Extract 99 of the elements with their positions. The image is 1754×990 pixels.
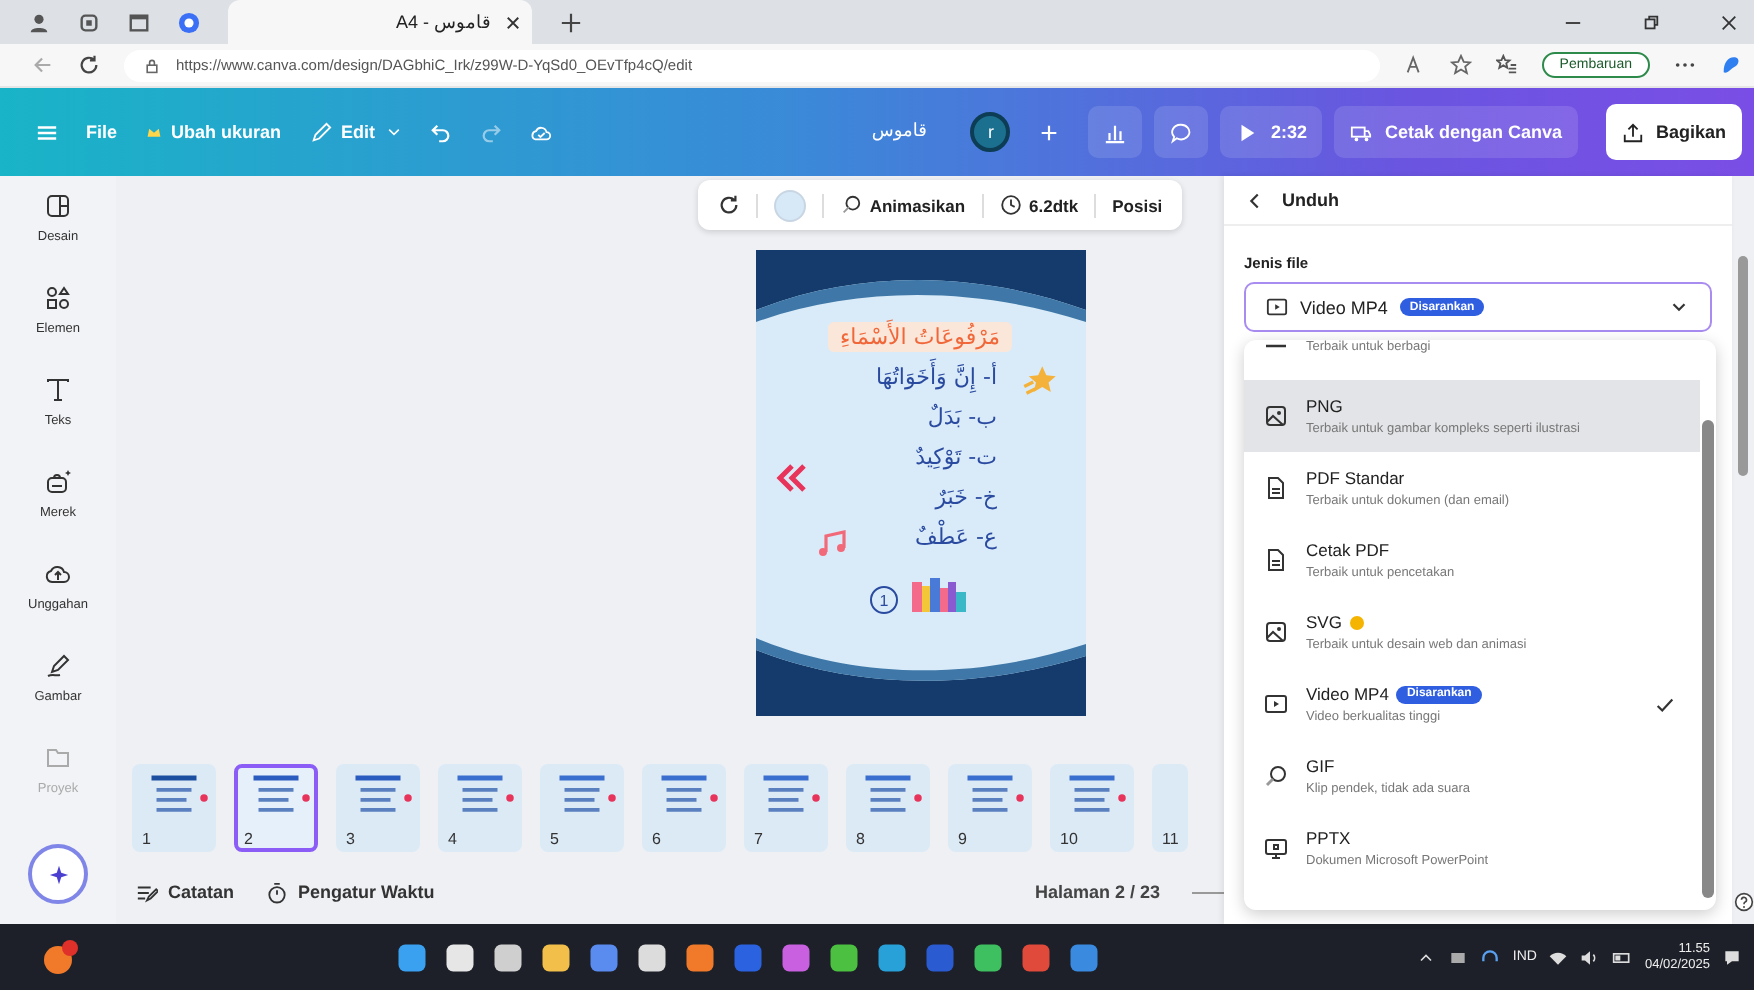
option-title: PPTX	[1306, 828, 1351, 848]
battery-icon[interactable]	[1612, 947, 1633, 967]
wifi-icon[interactable]	[1548, 947, 1569, 967]
profile-icon[interactable]	[28, 11, 50, 33]
presentation-icon	[1264, 836, 1288, 860]
scrollbar-thumb[interactable]	[1702, 420, 1714, 898]
pencil-icon	[309, 121, 332, 143]
print-button[interactable]: Cetak dengan Canva	[1334, 106, 1578, 158]
slide-text: خ- خَبَرٌ	[935, 484, 997, 510]
page-number: 1	[870, 586, 898, 614]
app-icon[interactable]	[826, 939, 863, 975]
option-title: PNG	[1306, 396, 1343, 416]
close-icon[interactable]	[1720, 13, 1738, 31]
help-icon[interactable]	[1733, 892, 1753, 912]
page-thumbnail[interactable]: 6	[642, 764, 726, 852]
app-icon[interactable]	[778, 939, 815, 975]
headset-icon[interactable]	[1480, 947, 1501, 967]
browser-tab[interactable]: A4 - قاموس	[228, 0, 533, 44]
notification-icon[interactable]	[1722, 947, 1743, 967]
slide-text: ب- بَدَلٌ	[927, 404, 997, 430]
books-icon	[910, 574, 970, 614]
plus-icon[interactable]	[1038, 121, 1061, 143]
briefcase-icon	[44, 468, 72, 496]
app-icon[interactable]	[1448, 947, 1469, 967]
checkmark-icon	[1654, 693, 1676, 715]
timing-button[interactable]: 6.2dtk	[999, 194, 1079, 216]
chevrons-icon	[775, 464, 807, 492]
star-icon	[1021, 364, 1057, 400]
image-icon	[1264, 620, 1288, 644]
page-thumbnail[interactable]: 9	[948, 764, 1032, 852]
music-note-icon	[815, 528, 847, 560]
page-thumbnail[interactable]: 3	[336, 764, 420, 852]
magic-button[interactable]	[28, 844, 88, 904]
page-thumbnail[interactable]: 5	[540, 764, 624, 852]
document-title[interactable]: قاموس	[871, 122, 927, 142]
play-icon	[1236, 121, 1259, 143]
comment-button[interactable]	[1154, 106, 1209, 158]
slide-title: مَرْفُوعَاتُ الأَسْمَاءِ	[827, 322, 1013, 352]
refresh-icon[interactable]	[717, 194, 740, 216]
page-thumbnail[interactable]: 2	[234, 764, 318, 852]
star-icon[interactable]	[1449, 54, 1472, 76]
lock-icon	[144, 57, 160, 73]
menu-icon[interactable]	[36, 121, 58, 143]
video-icon	[1266, 296, 1288, 318]
share-button[interactable]: Bagikan	[1605, 104, 1742, 160]
page-thumbnail[interactable]: 1	[132, 764, 216, 852]
tab-actions-icon[interactable]	[128, 11, 150, 33]
scrollbar-thumb[interactable]	[1738, 256, 1748, 476]
option-title: Video MP4	[1306, 684, 1389, 704]
reload-icon[interactable]	[78, 54, 100, 76]
favicon-icon	[178, 11, 200, 33]
workspaces-icon[interactable]	[78, 11, 100, 33]
insights-button[interactable]	[1088, 106, 1143, 158]
notes-icon	[136, 881, 158, 903]
timer-button[interactable]: Pengatur Waktu	[266, 881, 435, 903]
chart-icon	[1104, 121, 1127, 143]
shapes-icon	[43, 284, 72, 312]
upload-icon	[1621, 121, 1644, 143]
app-icon[interactable]	[634, 939, 671, 975]
favorites-icon[interactable]	[1495, 54, 1518, 76]
slide-text: ت- تَوْكِيدٌ	[915, 444, 997, 470]
page-thumbnail[interactable]: 8	[846, 764, 930, 852]
crown-icon	[145, 124, 162, 140]
slide-text: ع- عَطْفٌ	[914, 524, 997, 550]
text-icon	[44, 376, 72, 404]
new-tab-icon[interactable]	[560, 11, 583, 33]
close-icon[interactable]	[506, 15, 521, 29]
video-icon	[1264, 692, 1288, 716]
undo-icon[interactable]	[429, 121, 452, 143]
app-icon[interactable]	[586, 939, 623, 975]
page-thumbnail[interactable]: 10	[1050, 764, 1134, 852]
option-title: GIF	[1306, 756, 1335, 776]
present-button[interactable]: 2:32	[1220, 106, 1323, 158]
pen-icon	[43, 652, 72, 680]
timer-icon	[266, 881, 289, 903]
layout-icon	[43, 192, 72, 220]
cloud-upload-icon	[44, 560, 72, 588]
speaker-icon[interactable]	[1580, 947, 1601, 967]
clock-icon	[999, 194, 1022, 216]
page-indicator: Halaman 2 / 23	[1034, 882, 1160, 902]
restore-icon[interactable]	[1642, 13, 1660, 31]
caret-icon	[385, 124, 402, 140]
cloud-icon[interactable]	[529, 121, 552, 143]
option-title: Cetak PDF	[1306, 540, 1390, 560]
truck-icon	[1350, 121, 1373, 143]
page-thumbnail[interactable]: 7	[744, 764, 828, 852]
panel-title: Unduh	[1282, 190, 1339, 210]
notes-button[interactable]: Catatan	[136, 881, 235, 903]
page-thumbnail[interactable]: 11	[1152, 764, 1188, 852]
comment-icon	[1170, 121, 1193, 143]
option-title: PDF Standar	[1306, 468, 1405, 488]
page-thumbnail[interactable]: 4	[438, 764, 522, 852]
animate-button[interactable]: Animasikan	[839, 194, 966, 216]
user-avatar[interactable]: r	[970, 112, 1011, 152]
color-swatch[interactable]	[773, 189, 806, 221]
position-button[interactable]: Posisi	[1112, 195, 1163, 215]
image-icon	[1264, 404, 1288, 428]
sparkle-icon	[47, 863, 69, 885]
option-title: SVG	[1306, 612, 1342, 632]
